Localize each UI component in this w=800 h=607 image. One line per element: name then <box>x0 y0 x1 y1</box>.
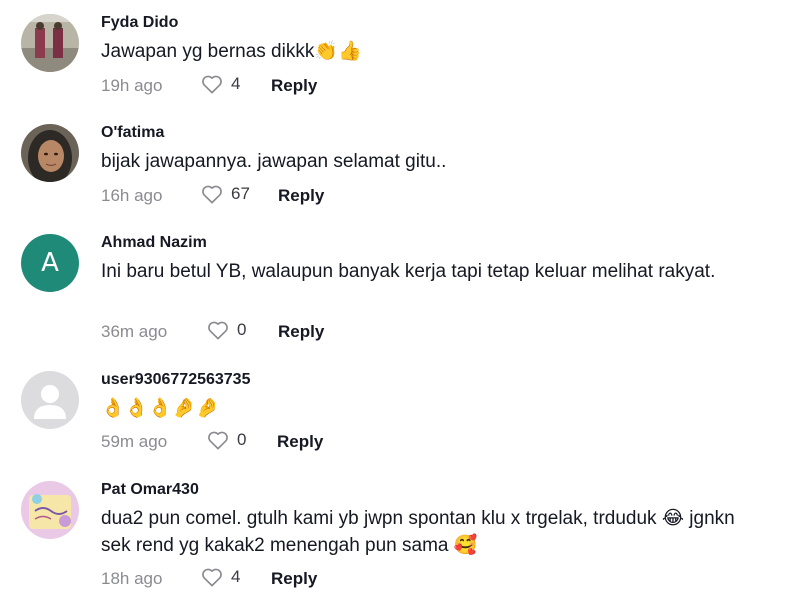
like-button[interactable]: 67 <box>201 184 250 204</box>
heart-outline-icon <box>202 75 222 94</box>
reply-button[interactable]: Reply <box>278 322 324 342</box>
reply-button[interactable]: Reply <box>271 569 317 589</box>
username[interactable]: Pat Omar430 <box>101 481 199 499</box>
avatar[interactable]: A <box>21 234 79 292</box>
reply-button[interactable]: Reply <box>278 186 324 206</box>
like-button[interactable]: 4 <box>201 567 240 587</box>
avatar[interactable] <box>21 371 79 429</box>
username[interactable]: Ahmad Nazim <box>101 234 207 252</box>
timestamp: 36m ago <box>101 322 168 341</box>
comment-text: Ini baru betul YB, walaupun banyak kerja… <box>101 261 716 282</box>
like-count: 4 <box>231 567 241 586</box>
like-button[interactable]: 4 <box>201 74 240 94</box>
heart-outline-icon <box>202 568 222 587</box>
username[interactable]: user9306772563735 <box>101 371 250 389</box>
comment-text: dua2 pun comel. gtulh kami yb jwpn spont… <box>101 508 735 556</box>
like-count: 0 <box>237 430 247 449</box>
avatar[interactable] <box>21 124 79 182</box>
reply-button[interactable]: Reply <box>277 432 323 452</box>
comment-text: Jawapan yg bernas dikkk👏👍 <box>101 41 362 62</box>
timestamp: 18h ago <box>101 569 163 588</box>
heart-outline-icon <box>202 185 222 204</box>
timestamp: 16h ago <box>101 186 163 205</box>
timestamp: 19h ago <box>101 76 163 95</box>
like-count: 0 <box>237 320 247 339</box>
like-count: 67 <box>231 184 250 203</box>
avatar[interactable] <box>21 14 79 72</box>
like-button[interactable]: 0 <box>207 430 246 450</box>
username[interactable]: Fyda Dido <box>101 14 178 32</box>
timestamp: 59m ago <box>101 432 168 451</box>
like-count: 4 <box>231 74 241 93</box>
avatar[interactable] <box>21 481 79 539</box>
like-button[interactable]: 0 <box>207 320 246 340</box>
reply-button[interactable]: Reply <box>271 76 317 96</box>
heart-outline-icon <box>208 431 228 450</box>
heart-outline-icon <box>208 321 228 340</box>
username[interactable]: O'fatima <box>101 124 164 142</box>
comment-text: 👌👌👌🤌🤌 <box>101 398 220 419</box>
person-silhouette-icon <box>21 371 79 429</box>
comment-text: bijak jawapannya. jawapan selamat gitu.. <box>101 151 447 172</box>
